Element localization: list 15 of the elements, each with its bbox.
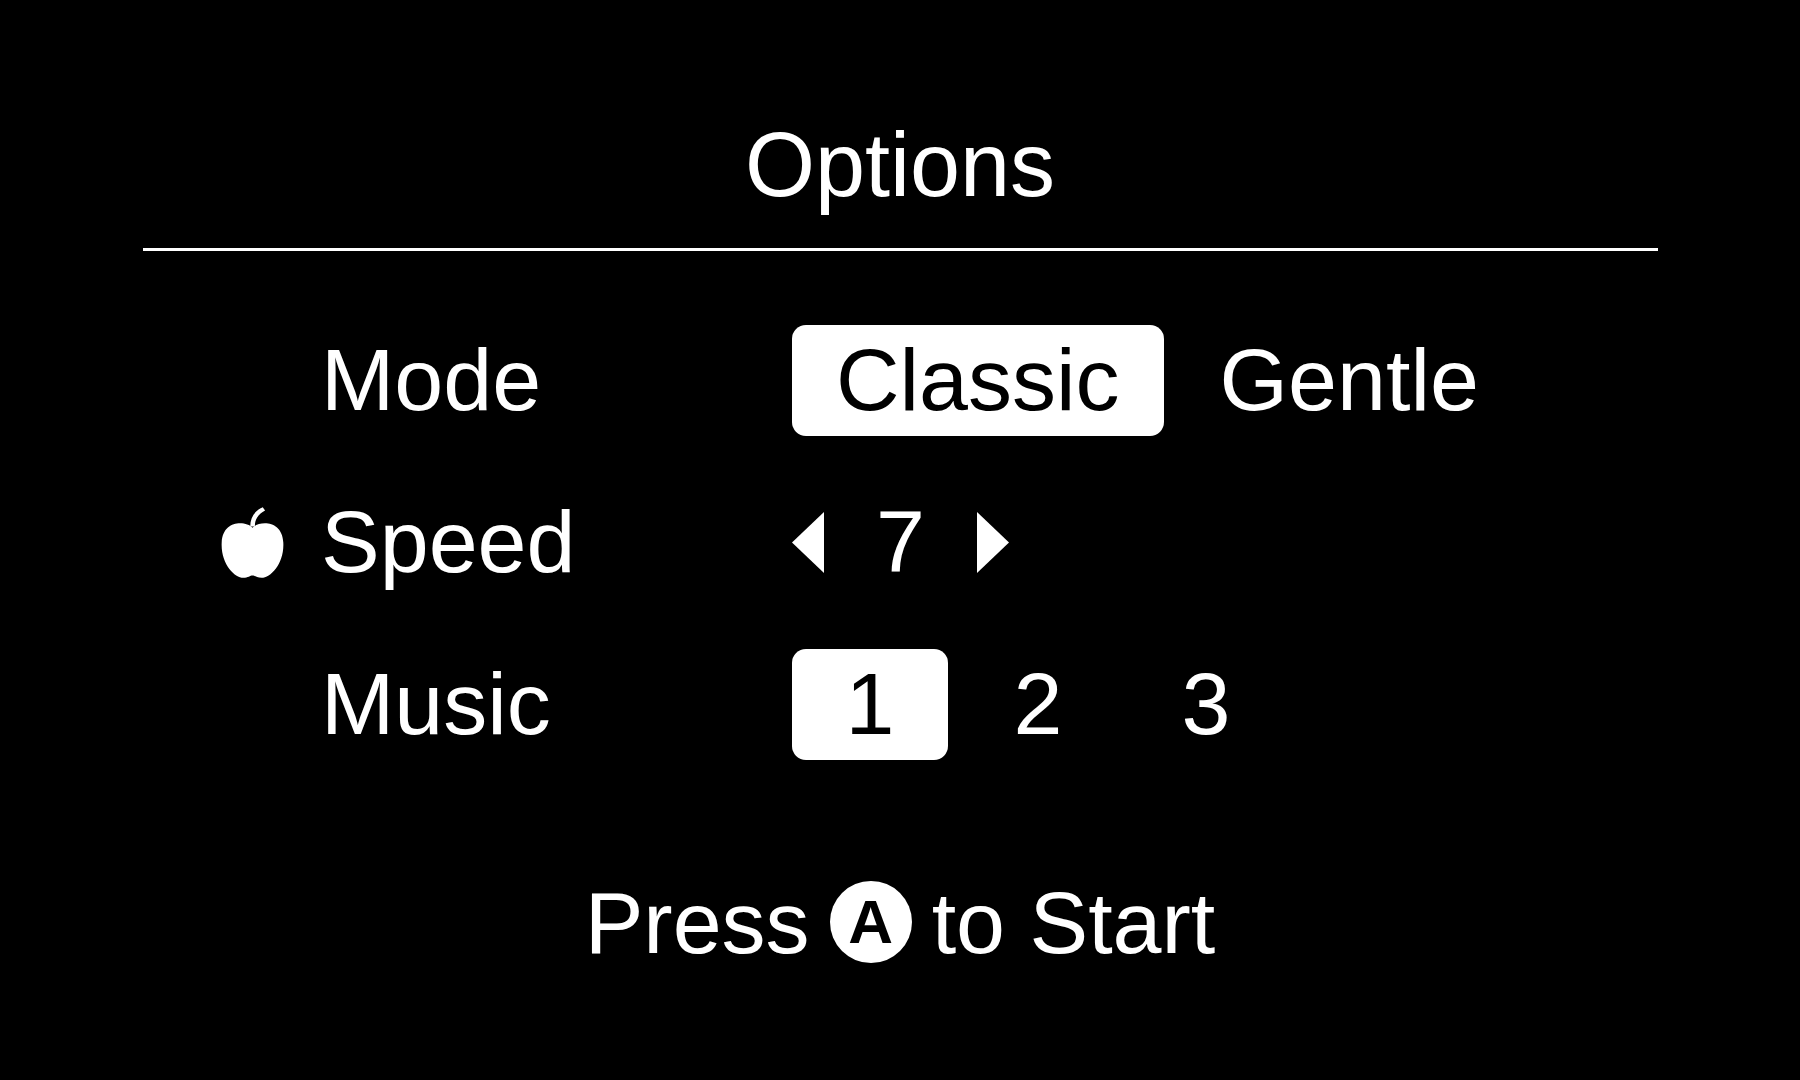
left-triangle-icon[interactable] (792, 511, 824, 573)
setting-label: Speed (321, 491, 576, 593)
option-button[interactable]: Classic (792, 324, 1164, 436)
setting-label: Music (321, 653, 551, 755)
option-button[interactable]: 1 (792, 648, 948, 760)
option-button[interactable]: Gentle (1175, 324, 1523, 436)
screen-title: Options (744, 114, 1056, 217)
right-triangle-icon[interactable] (976, 511, 1009, 573)
controller-key: A (829, 881, 912, 964)
setting-label: Mode (321, 329, 542, 431)
prompt-text: Press (584, 871, 810, 973)
option-button[interactable]: 2 (960, 648, 1116, 760)
stepper-value: 7 (876, 491, 925, 593)
option-button[interactable]: 3 (1128, 648, 1284, 760)
prompt-text: to Start (931, 871, 1216, 973)
